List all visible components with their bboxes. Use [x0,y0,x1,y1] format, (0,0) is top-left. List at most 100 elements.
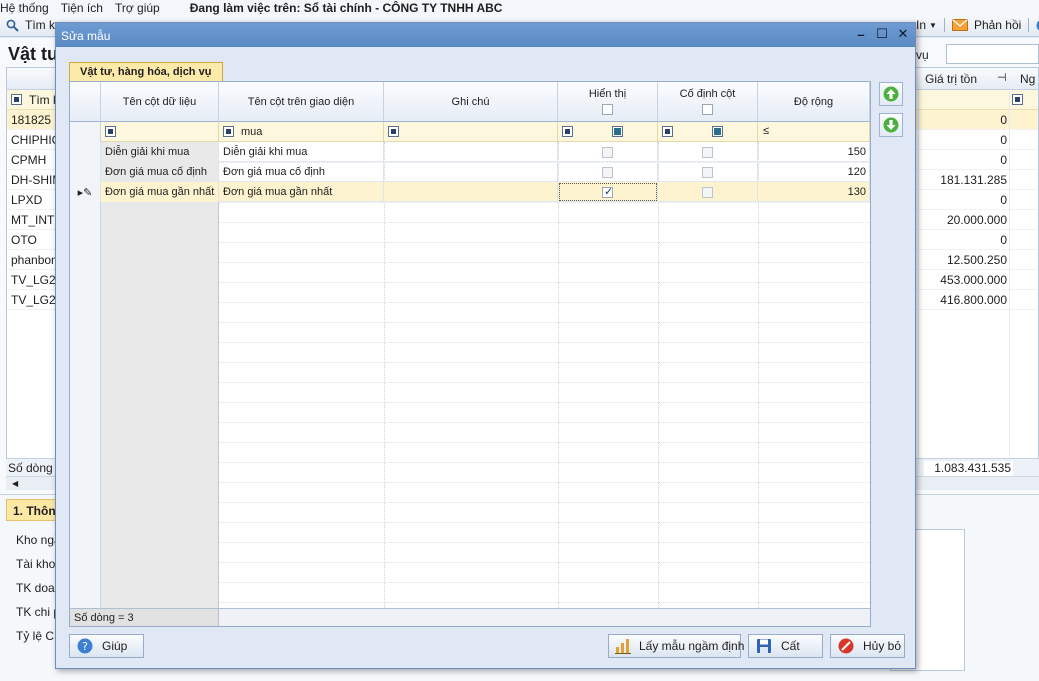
grid-divider [1009,90,1010,474]
display-name-cell[interactable]: Đơn giá mua gần nhất [219,182,384,202]
grid-line [219,322,870,323]
filter-cell-data-name[interactable] [101,122,219,142]
fixed-cell[interactable] [658,142,758,162]
grid-line [219,502,870,503]
column-header-note[interactable]: Ghi chú [384,82,558,122]
menu-he-thong[interactable]: Hệ thống [0,1,49,15]
column-header-visible[interactable]: Hiển thị [558,82,658,122]
toolbar-print-label[interactable]: In [916,18,926,32]
data-name-cell[interactable]: Diễn giải khi mua [101,142,219,162]
note-cell[interactable] [384,162,558,182]
pin-icon[interactable]: ⊣ [997,71,1007,84]
width-cell[interactable]: 130 [758,182,870,202]
column-row[interactable]: Đơn giá mua cố định Đơn giá mua cố định 12… [70,162,870,182]
filter-operator-icon[interactable] [223,126,234,137]
visible-checkbox[interactable] [602,166,613,178]
display-name-cell[interactable]: Đơn giá mua cố định [219,162,384,182]
save-button-label: Cất [781,639,800,653]
scroll-left-icon[interactable]: ◀ [12,479,18,488]
filter-cell-note[interactable] [384,122,558,142]
default-template-label: Lấy mẫu ngầm định [639,639,745,653]
edit-template-dialog: Sửa mẫu – ☐ ✕ Vật tư, hàng hóa, dịch vụ … [55,22,916,669]
filter-operator-icon[interactable] [662,126,673,137]
width-cell[interactable]: 120 [758,162,870,182]
filter-cell-fixed[interactable] [658,122,758,142]
filter-cell-width[interactable]: ≤ [758,122,870,142]
toolbar-feedback-button[interactable]: Phản hồi [974,18,1021,32]
dialog-title-bar[interactable]: Sửa mẫu – ☐ ✕ [56,23,915,47]
minimize-icon[interactable]: – [853,26,869,42]
menu-tro-giup[interactable]: Trợ giúp [115,1,160,15]
grid-divider [384,142,385,608]
visible-cell[interactable] [558,142,658,162]
grid-line [219,242,870,243]
move-down-button[interactable] [879,113,903,137]
grid-line [219,262,870,263]
row-indicator[interactable]: ▸✎ [70,182,101,202]
column-header-inventory-value[interactable]: Giá trị tồn [925,72,977,86]
menu-tien-ich[interactable]: Tiện ích [61,1,103,15]
note-cell[interactable] [384,142,558,162]
data-name-cell[interactable]: Đơn giá mua gần nhất [101,182,219,202]
toolbar-search-button[interactable]: Tìm k [6,18,55,32]
close-icon[interactable]: ✕ [895,26,911,42]
filter-fixed-checkbox[interactable] [712,126,723,137]
column-header-display-name[interactable]: Tên cột trên giao diện [219,82,384,122]
visible-cell[interactable] [558,182,658,202]
column-header-width[interactable]: Độ rộng [758,82,870,122]
help-button[interactable]: ? Giúp [69,634,144,658]
visible-checkbox[interactable] [602,146,613,158]
toolbar-separator [1028,18,1030,32]
filter-operator-icon[interactable] [105,126,116,137]
width-cell[interactable]: 150 [758,142,870,162]
row-indicator[interactable] [70,142,101,162]
arrow-up-icon [883,86,899,102]
filter-cell-display-name[interactable]: mua [219,122,384,142]
info-field-label: Kho ngầ [16,533,61,547]
item-inventory-value: 0 [1000,133,1007,147]
edit-pencil-icon: ▸✎ [77,186,93,199]
column-row[interactable]: ▸✎ Đơn giá mua gần nhất Đơn giá mua gần nh… [70,182,870,202]
grid-line [219,602,870,603]
grid-line [219,222,870,223]
fixed-checkbox[interactable] [702,186,713,198]
item-code: CPMH [11,153,47,167]
save-button[interactable]: Cất [748,634,823,658]
filter-checkbox[interactable] [1012,94,1023,105]
filter-width-operator[interactable]: ≤ [763,125,769,137]
cancel-button[interactable]: Hủy bỏ [830,634,905,658]
item-inventory-value: 181.131.285 [940,173,1007,187]
toolbar-separator [943,18,945,32]
filter-visible-checkbox[interactable] [612,126,623,137]
data-name-cell[interactable]: Đơn giá mua cố định [101,162,219,182]
filter-cell-visible[interactable] [558,122,658,142]
fixed-cell[interactable] [658,182,758,202]
search-icon [6,19,19,32]
column-header-data-name[interactable]: Tên cột dữ liệu [101,82,219,122]
grid-line [219,582,870,583]
move-up-button[interactable] [879,82,903,106]
default-template-button[interactable]: Lấy mẫu ngầm định [608,634,745,658]
item-inventory-value: 453.000.000 [940,273,1007,287]
note-cell[interactable] [384,182,558,202]
column-header-fixed[interactable]: Cố định cột [658,82,758,122]
visible-checkbox[interactable] [602,185,613,198]
background-search-input[interactable] [946,44,1039,64]
filter-operator-icon[interactable] [388,126,399,137]
filter-operator-icon[interactable] [562,126,573,137]
visible-all-checkbox[interactable] [602,104,613,115]
column-row[interactable]: Diễn giải khi mua Diễn giải khi mua 150 [70,142,870,162]
info-field-label: TK chi p [16,605,61,619]
row-indicator[interactable] [70,162,101,182]
fixed-checkbox[interactable] [702,146,713,158]
fixed-all-checkbox[interactable] [702,104,713,115]
tab-vat-tu[interactable]: Vật tư, hàng hóa, dịch vụ [69,62,223,82]
column-header-ng[interactable]: Ng [1020,72,1035,86]
fixed-cell[interactable] [658,162,758,182]
display-name-cell[interactable]: Diễn giải khi mua [219,142,384,162]
maximize-icon[interactable]: ☐ [874,26,890,42]
fixed-checkbox[interactable] [702,166,713,178]
filter-checkbox[interactable] [11,94,22,105]
row-indicator-header [70,82,101,122]
visible-cell[interactable] [558,162,658,182]
